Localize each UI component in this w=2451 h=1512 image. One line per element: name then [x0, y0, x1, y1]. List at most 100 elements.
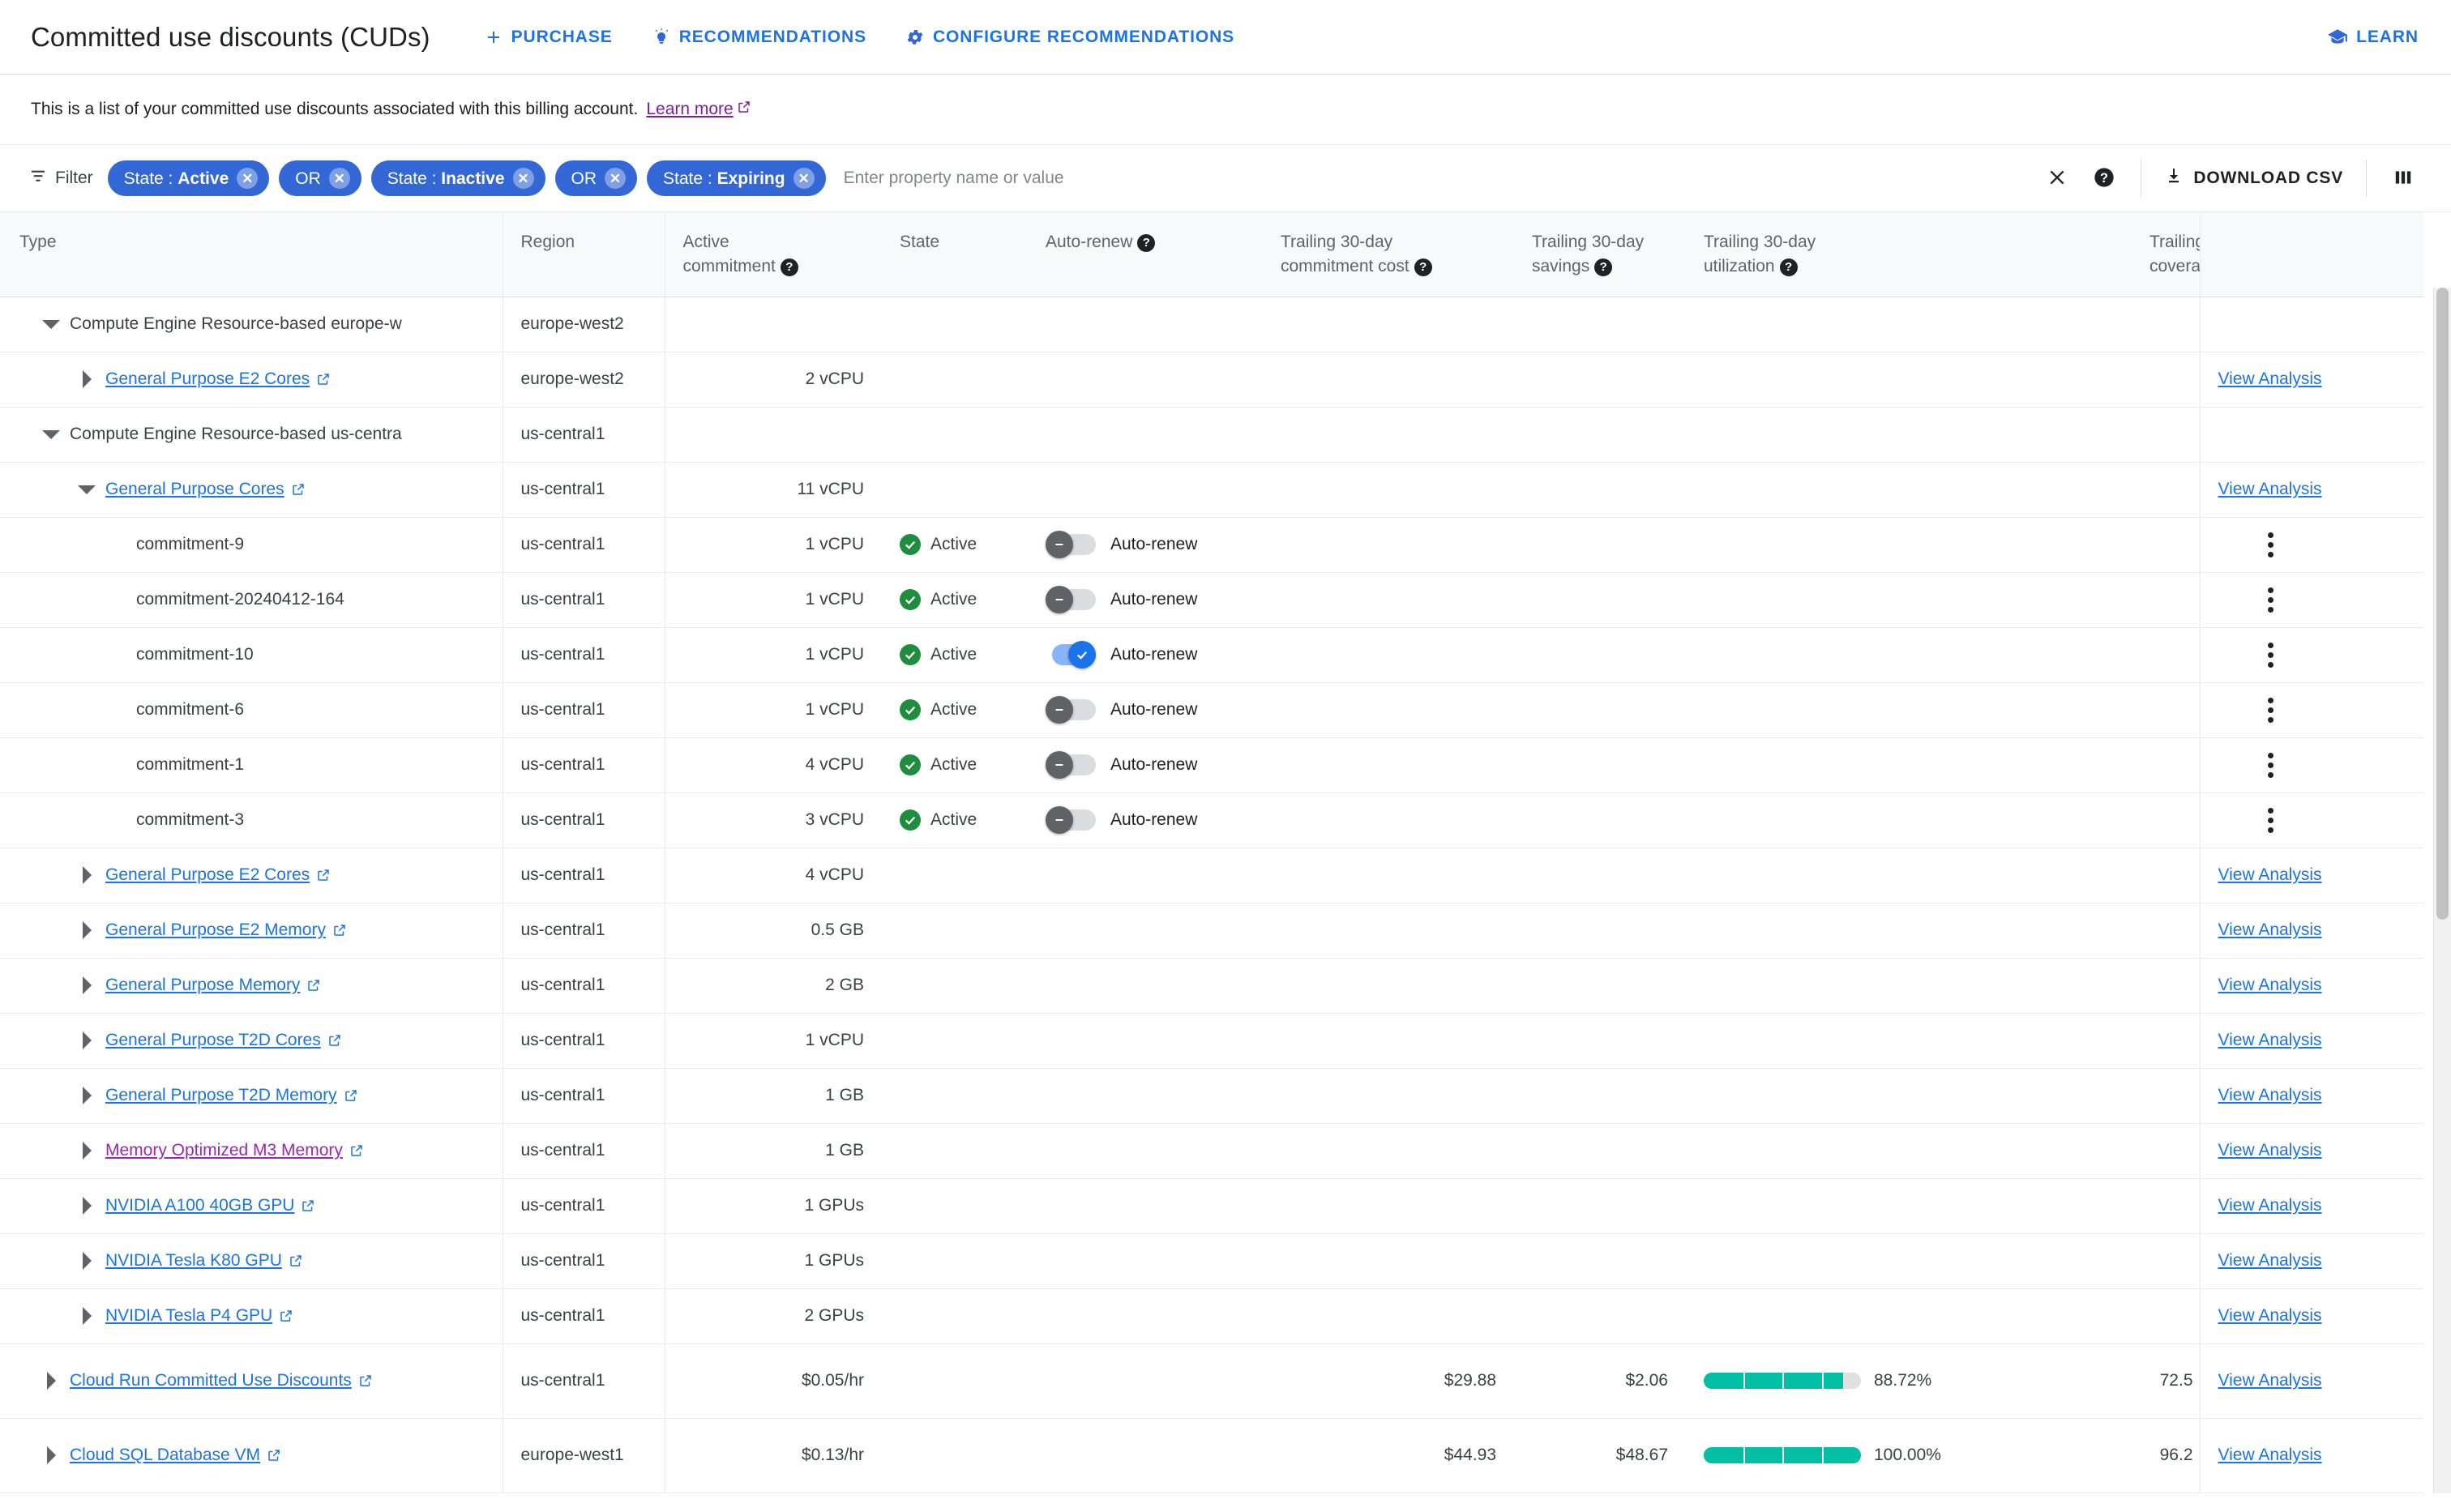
row-type-link[interactable]: General Purpose Memory [105, 976, 321, 995]
collapse-caret-icon[interactable] [32, 319, 70, 329]
expand-caret-icon[interactable] [68, 370, 105, 388]
filter-chip-or-2[interactable]: OR ✕ [554, 160, 638, 196]
row-type-link[interactable]: General Purpose E2 Cores [105, 369, 331, 389]
column-header-active-commitment[interactable]: Active commitment? [664, 212, 882, 297]
help-icon[interactable]: ? [1779, 258, 1798, 277]
view-analysis-link[interactable]: View Analysis [2218, 1141, 2322, 1160]
expand-caret-icon[interactable] [68, 1197, 105, 1215]
expand-caret-icon[interactable] [68, 1307, 105, 1325]
row-type-link[interactable]: Cloud SQL Database VM [70, 1446, 281, 1465]
filter-help-button[interactable]: ? [2081, 155, 2128, 202]
row-type-link[interactable]: General Purpose T2D Memory [105, 1086, 358, 1105]
filter-chip-remove-icon[interactable]: ✕ [605, 168, 627, 189]
filter-chip-state-expiring[interactable]: State : Expiring ✕ [647, 160, 826, 196]
expand-caret-icon[interactable] [32, 1372, 70, 1390]
view-analysis-link[interactable]: View Analysis [2218, 1446, 2322, 1464]
clear-filters-button[interactable] [2034, 155, 2081, 202]
row-more-options-icon[interactable] [2248, 587, 2295, 613]
table-row[interactable]: commitment-20240412-164 us-central1 1 vCPU… [0, 572, 2423, 628]
view-analysis-link[interactable]: View Analysis [2218, 369, 2322, 388]
view-analysis-link[interactable]: View Analysis [2218, 1306, 2322, 1325]
row-type-link[interactable]: NVIDIA Tesla P4 GPU [105, 1306, 293, 1326]
help-icon[interactable]: ? [1414, 258, 1432, 277]
table-row[interactable]: General Purpose E2 Cores europe-west2 2 vC… [0, 352, 2423, 408]
row-type-link[interactable]: Memory Optimized M3 Memory [105, 1141, 364, 1160]
table-row[interactable]: commitment-10 us-central1 1 vCPU Active Aut… [0, 627, 2423, 683]
auto-renew-toggle[interactable] [1046, 696, 1096, 724]
table-row[interactable]: Compute Engine Resource-based europe-w eu… [0, 297, 2423, 352]
view-analysis-link[interactable]: View Analysis [2218, 976, 2322, 994]
table-row[interactable]: Memory Optimized M3 Memory us-central1 1 G… [0, 1123, 2423, 1179]
view-analysis-link[interactable]: View Analysis [2218, 865, 2322, 884]
expand-caret-icon[interactable] [68, 1031, 105, 1049]
view-analysis-link[interactable]: View Analysis [2218, 1251, 2322, 1270]
table-row[interactable]: commitment-6 us-central1 1 vCPU Active Auto… [0, 682, 2423, 738]
row-more-options-icon[interactable] [2248, 697, 2295, 723]
row-more-options-icon[interactable] [2248, 532, 2295, 557]
expand-caret-icon[interactable] [32, 1446, 70, 1464]
filter-button[interactable]: Filter [29, 167, 93, 190]
help-icon[interactable]: ? [780, 258, 798, 277]
row-type-link[interactable]: General Purpose T2D Cores [105, 1031, 342, 1050]
table-row[interactable]: General Purpose Memory us-central1 2 GB Vie… [0, 958, 2423, 1014]
row-type-link[interactable]: General Purpose E2 Memory [105, 920, 347, 940]
table-row[interactable]: Cloud Run Committed Use Discounts us-cent… [0, 1343, 2423, 1419]
column-header-coverage[interactable]: Trailing 30-dcoverage? [2132, 212, 2200, 297]
filter-input[interactable] [843, 169, 2034, 188]
table-row[interactable]: commitment-3 us-central1 3 vCPU Active Auto… [0, 792, 2423, 848]
view-analysis-link[interactable]: View Analysis [2218, 920, 2322, 939]
expand-caret-icon[interactable] [68, 1087, 105, 1104]
auto-renew-toggle[interactable] [1046, 586, 1096, 613]
recommendations-button[interactable]: RECOMMENDATIONS [648, 21, 870, 53]
filter-chip-state-active[interactable]: State : Active ✕ [107, 160, 270, 196]
auto-renew-toggle[interactable] [1046, 531, 1096, 558]
row-more-options-icon[interactable] [2248, 752, 2295, 778]
collapse-caret-icon[interactable] [32, 429, 70, 439]
scrollbar-thumb[interactable] [2436, 288, 2449, 920]
configure-recommendations-button[interactable]: CONFIGURE RECOMMENDATIONS [902, 21, 1238, 53]
row-type-link[interactable]: NVIDIA A100 40GB GPU [105, 1196, 315, 1215]
column-header-commitment-cost[interactable]: Trailing 30-day commitment cost? [1263, 212, 1514, 297]
row-type-link[interactable]: NVIDIA Tesla K80 GPU [105, 1251, 303, 1271]
filter-chip-remove-icon[interactable]: ✕ [237, 168, 259, 189]
column-header-auto-renew[interactable]: Auto-renew? [1028, 212, 1263, 297]
expand-caret-icon[interactable] [68, 1142, 105, 1160]
table-row[interactable]: Cloud SQL Database VM europe-west1 $0.13/h… [0, 1418, 2423, 1493]
view-analysis-link[interactable]: View Analysis [2218, 1086, 2322, 1104]
help-icon[interactable]: ? [1594, 258, 1613, 277]
vertical-scrollbar[interactable] [2433, 288, 2451, 1493]
download-csv-button[interactable]: DOWNLOAD CSV [2154, 158, 2353, 199]
column-display-options-button[interactable] [2380, 155, 2427, 202]
table-row[interactable]: General Purpose Cores us-central1 11 vCPU V… [0, 462, 2423, 518]
table-row[interactable]: Compute Engine Resource-based us-centra u… [0, 407, 2423, 463]
table-row[interactable]: commitment-1 us-central1 4 vCPU Active Auto… [0, 737, 2423, 793]
row-type-link[interactable]: Cloud Run Committed Use Discounts [70, 1371, 373, 1390]
view-analysis-link[interactable]: View Analysis [2218, 1031, 2322, 1049]
table-row[interactable]: commitment-9 us-central1 1 vCPU Active Auto… [0, 517, 2423, 573]
filter-chip-state-inactive[interactable]: State : Inactive ✕ [370, 160, 545, 196]
filter-chip-remove-icon[interactable]: ✕ [328, 168, 350, 189]
table-row[interactable]: General Purpose T2D Memory us-central1 1 G… [0, 1068, 2423, 1124]
row-more-options-icon[interactable] [2248, 642, 2295, 668]
table-row[interactable]: NVIDIA Tesla K80 GPU us-central1 1 GPUs Vie… [0, 1233, 2423, 1289]
purchase-button[interactable]: PURCHASE [481, 21, 616, 53]
view-analysis-link[interactable]: View Analysis [2218, 480, 2322, 498]
expand-caret-icon[interactable] [68, 921, 105, 939]
column-header-type[interactable]: Type [0, 212, 503, 297]
auto-renew-toggle[interactable] [1046, 806, 1096, 834]
table-row[interactable]: NVIDIA A100 40GB GPU us-central1 1 GPUs Vie… [0, 1178, 2423, 1234]
help-icon[interactable]: ? [1137, 233, 1156, 252]
learn-button[interactable]: LEARN [2324, 20, 2422, 54]
auto-renew-toggle[interactable] [1046, 641, 1096, 668]
view-analysis-link[interactable]: View Analysis [2218, 1196, 2322, 1215]
column-header-utilization[interactable]: Trailing 30-day utilization? [1686, 212, 2132, 297]
row-type-link[interactable]: General Purpose E2 Cores [105, 865, 331, 885]
expand-caret-icon[interactable] [68, 866, 105, 884]
table-row[interactable]: General Purpose T2D Cores us-central1 1 vC… [0, 1013, 2423, 1069]
column-header-region[interactable]: Region [502, 212, 665, 297]
column-header-state[interactable]: State [882, 212, 1028, 297]
column-header-savings[interactable]: Trailing 30-day savings? [1514, 212, 1686, 297]
row-more-options-icon[interactable] [2248, 807, 2295, 833]
filter-chip-remove-icon[interactable]: ✕ [512, 168, 534, 189]
row-type-link[interactable]: General Purpose Cores [105, 480, 306, 499]
